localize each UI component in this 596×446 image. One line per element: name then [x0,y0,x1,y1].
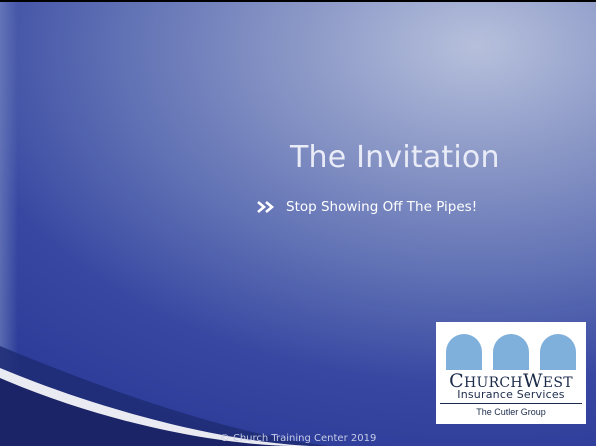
double-chevron-right-icon [257,201,275,213]
bullet-text: Stop Showing Off The Pipes! [286,199,478,215]
logo-divider [440,403,582,404]
slide-footer: © Church Training Center 2019 [219,433,377,444]
bullet-item: Stop Showing Off The Pipes! [256,199,477,215]
presentation-slide: The Invitation Stop Showing Off The Pipe… [0,0,596,446]
logo-group-name: The Cutler Group [476,407,546,417]
logo-subtitle: Insurance Services [457,388,565,401]
arches-logo-icon [446,334,576,370]
churchwest-logo: CHURCHWEST Insurance Services The Cutler… [436,322,586,424]
slide-title: The Invitation [290,140,500,175]
